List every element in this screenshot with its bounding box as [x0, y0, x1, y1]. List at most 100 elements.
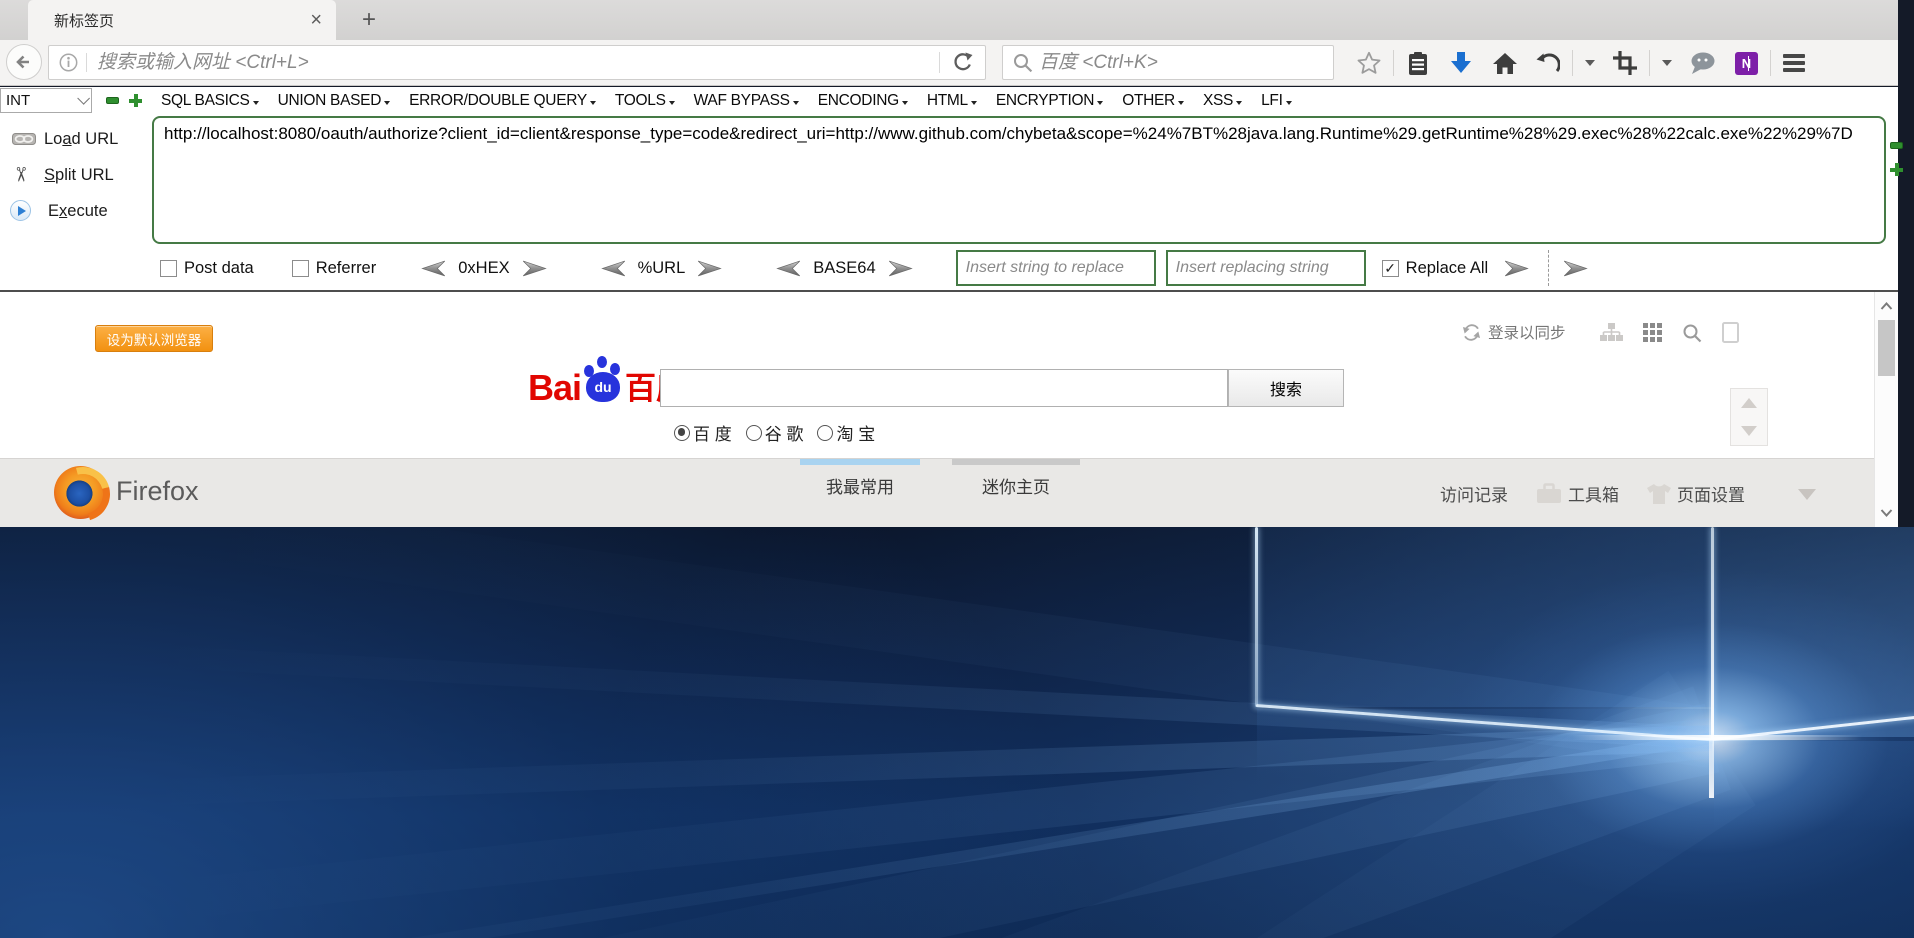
grow-plus-icon[interactable] [1890, 163, 1903, 176]
menu-waf-bypass[interactable]: WAF BYPASS [694, 92, 799, 110]
menu-tools[interactable]: TOOLS [615, 92, 675, 110]
hackbar-panel: INT SQL BASICS UNION BASED ERROR/DOUBLE … [0, 87, 1903, 292]
baidu-search-input[interactable] [660, 369, 1228, 407]
radio-selected-icon[interactable] [674, 424, 690, 441]
menu-encryption[interactable]: ENCRYPTION [996, 92, 1104, 110]
search-bar[interactable] [1002, 45, 1334, 80]
reload-icon [954, 52, 973, 71]
scroll-down-icon[interactable] [1880, 506, 1893, 519]
base64-encode-arrow-icon[interactable] [888, 260, 916, 277]
menu-xss[interactable]: XSS [1203, 92, 1243, 110]
replace-all-checkbox[interactable]: ✓ [1381, 259, 1399, 277]
sync-label: 登录以同步 [1488, 325, 1566, 342]
scrollbar-thumb[interactable] [1878, 320, 1895, 376]
zoom-search-icon[interactable] [1682, 323, 1702, 343]
blank-page-icon[interactable] [1722, 322, 1739, 343]
site-info-icon[interactable] [49, 53, 87, 72]
menu-hamburger-icon[interactable] [1774, 45, 1814, 81]
bookmark-star-icon[interactable] [1348, 45, 1390, 81]
hex-decode-arrow-icon[interactable] [418, 260, 446, 277]
toolbox-link[interactable]: 工具箱 [1568, 481, 1619, 506]
corner-icons [1600, 322, 1739, 343]
baidu-newtab-content: 设为默认浏览器 Bai du 百度 搜索 百 度 谷 歌 淘 宝 登录以同步 [0, 292, 1874, 458]
baidu-paw-icon: du [583, 356, 623, 406]
replace-to-input[interactable] [1165, 250, 1366, 286]
sitemap-icon[interactable] [1600, 322, 1623, 343]
windows-hero-wallpaper [0, 527, 1914, 938]
execute-button[interactable]: Ex ecute [48, 202, 108, 221]
url-encode-label: %URL [637, 258, 686, 277]
page-settings-link[interactable]: 页面设置 [1677, 481, 1745, 506]
screenshot-crop-icon[interactable] [1604, 45, 1646, 81]
url-bar[interactable] [48, 45, 986, 80]
pager-down-icon[interactable] [1741, 426, 1757, 436]
tab-new-tab-page[interactable]: 新标签页 × [28, 0, 336, 40]
content-pager [1730, 388, 1768, 446]
replace-apply-arrow-icon[interactable] [1504, 260, 1532, 277]
scroll-up-icon[interactable] [1880, 300, 1893, 313]
menu-html[interactable]: HTML [927, 92, 977, 110]
engine-google[interactable]: 谷 歌 [745, 420, 803, 445]
set-default-browser-button[interactable]: 设为默认浏览器 [95, 325, 213, 352]
bookmarks-list-icon[interactable] [1397, 45, 1439, 81]
expand-plus-icon[interactable] [129, 94, 142, 107]
tshirt-icon [1647, 483, 1671, 504]
url-encode-arrow-icon[interactable] [697, 260, 725, 277]
sync-icon [1462, 323, 1481, 341]
search-input[interactable] [1039, 51, 1333, 74]
inactive-tab-indicator [952, 459, 1080, 465]
radio-icon[interactable] [817, 424, 834, 441]
sync-login[interactable]: 登录以同步 [1462, 321, 1566, 343]
menu-encoding[interactable]: ENCODING [818, 92, 908, 110]
baidu-search-button[interactable]: 搜索 [1228, 369, 1344, 407]
tab-close-icon[interactable]: × [310, 9, 322, 32]
collapse-minus-icon[interactable] [106, 97, 119, 104]
footer-dropdown-caret-icon[interactable] [1798, 489, 1816, 500]
new-tab-button[interactable]: + [352, 6, 386, 36]
firefox-window: 新标签页 × + 搜索或输入网址 <Ctrl+L> 百度 <Ctrl+K> N … [0, 0, 1903, 527]
menu-union-based[interactable]: UNION BASED [278, 92, 391, 110]
menu-sql-basics[interactable]: SQL BASICS [161, 92, 259, 110]
engine-baidu[interactable]: 百 度 [674, 420, 732, 445]
payload-url-textarea[interactable]: http://localhost:8080/oauth/authorize?cl… [152, 116, 1886, 244]
database-type-select[interactable]: INT [0, 88, 92, 113]
tab-bar: 新标签页 × + [0, 0, 1898, 40]
load-url-button[interactable]: Lo a d URL [44, 130, 118, 149]
tab-mini-homepage[interactable]: 迷你主页 [952, 459, 1080, 498]
page-scrollbar[interactable] [1874, 292, 1898, 527]
referrer-label: Referrer [315, 258, 377, 277]
download-icon[interactable] [1439, 45, 1483, 81]
menu-lfi[interactable]: LFI [1261, 92, 1292, 110]
replace-from-input[interactable] [955, 250, 1156, 286]
onenote-icon[interactable]: N [1726, 45, 1767, 81]
post-data-checkbox[interactable] [160, 259, 177, 277]
textarea-resize-controls [1890, 142, 1903, 176]
shrink-minus-icon[interactable] [1890, 142, 1903, 149]
back-arrow-icon [16, 55, 29, 69]
menu-other[interactable]: OTHER [1122, 92, 1184, 110]
reload-button[interactable] [939, 52, 985, 73]
engine-taobao[interactable]: 淘 宝 [817, 420, 875, 445]
url-input[interactable] [87, 51, 939, 74]
pager-up-icon[interactable] [1741, 398, 1757, 408]
check-icon: ✓ [1384, 259, 1397, 276]
menu-error-double-query[interactable]: ERROR/DOUBLE QUERY [409, 92, 596, 110]
back-button[interactable] [6, 44, 42, 80]
radio-icon[interactable] [745, 424, 762, 441]
split-url-button[interactable]: Split URL [44, 166, 114, 185]
url-decode-arrow-icon[interactable] [598, 260, 626, 277]
undo-history-icon[interactable] [1527, 45, 1569, 81]
screenshot-dropdown-caret-icon[interactable] [1653, 45, 1681, 81]
apps-grid-icon[interactable] [1643, 323, 1662, 342]
history-dropdown-caret-icon[interactable] [1576, 45, 1604, 81]
search-engine-radios: 百 度 谷 歌 淘 宝 [674, 420, 875, 445]
home-icon[interactable] [1483, 45, 1527, 81]
tab-most-used[interactable]: 我最常用 [800, 459, 920, 498]
final-apply-arrow-icon[interactable] [1563, 260, 1591, 277]
chat-feedback-icon[interactable] [1681, 45, 1726, 81]
referrer-checkbox[interactable] [291, 259, 309, 277]
base64-decode-arrow-icon[interactable] [773, 260, 801, 277]
footer-links: 访问记录 工具箱 页面设置 [1440, 481, 1745, 506]
hex-encode-arrow-icon[interactable] [522, 260, 550, 277]
history-link[interactable]: 访问记录 [1440, 481, 1508, 506]
